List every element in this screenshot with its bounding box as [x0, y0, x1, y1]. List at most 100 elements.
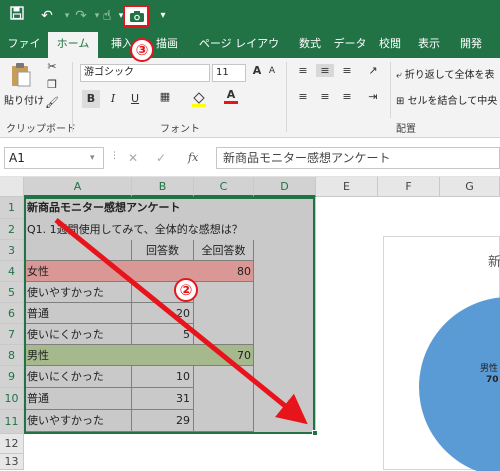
row-header[interactable]: 5 [0, 282, 24, 303]
tab-formulas[interactable]: 数式 [294, 32, 326, 58]
column-header-e[interactable]: E [316, 177, 378, 197]
cell-a1-title[interactable]: 新商品モニター感想アンケート [24, 197, 316, 219]
cell-a6[interactable]: 普通 [24, 303, 132, 324]
row-header[interactable]: 3 [0, 240, 24, 261]
cell-a11[interactable]: 使いやすかった [24, 410, 132, 432]
align-middle-icon[interactable]: ≡ [316, 64, 334, 77]
font-name-select[interactable]: 游ゴシック [80, 64, 210, 82]
save-icon[interactable] [6, 0, 28, 32]
name-box-dropdown-icon[interactable]: ▾ [90, 153, 95, 163]
align-bottom-icon[interactable]: ≡ [338, 64, 356, 77]
align-right-icon[interactable]: ≡ [338, 90, 356, 103]
shrink-font-button[interactable]: A [266, 66, 278, 76]
row-header[interactable]: 11 [0, 410, 24, 434]
wrap-text-button[interactable]: ⤶ 折り返して全体を表 [396, 66, 494, 81]
cell-b6[interactable]: 20 [132, 303, 194, 324]
tab-developer[interactable]: 開発 [452, 32, 490, 58]
align-center-icon[interactable]: ≡ [316, 90, 334, 103]
align-top-icon[interactable]: ≡ [294, 64, 312, 77]
group-divider [286, 62, 287, 132]
camera-button[interactable] [123, 5, 149, 27]
column-header-c[interactable]: C [194, 177, 254, 197]
borders-icon[interactable]: ▦ [156, 90, 174, 103]
column-header-g[interactable]: G [440, 177, 500, 197]
format-painter-icon[interactable]: 🖌 [44, 96, 60, 109]
copy-icon[interactable]: ❐ [44, 78, 60, 91]
font-size-select[interactable]: 11 [212, 64, 246, 82]
font-color-label: A [226, 88, 236, 101]
paste-button[interactable]: 貼り付け [4, 92, 44, 107]
select-all-corner[interactable] [0, 177, 24, 197]
paste-icon[interactable] [6, 62, 36, 92]
formula-bar-dots-icon: ⋮ [110, 151, 119, 161]
name-box[interactable]: A1 [4, 147, 104, 169]
row-header[interactable]: 1 [0, 197, 24, 219]
cell-c8-total[interactable]: 70 [194, 345, 254, 366]
row-header[interactable]: 7 [0, 324, 24, 345]
merge-center-button[interactable]: ⊞ セルを結合して中央 [396, 92, 497, 107]
formula-input[interactable]: 新商品モニター感想アンケート [216, 147, 500, 169]
cell-a3[interactable] [24, 240, 132, 261]
cell-a10[interactable]: 普通 [24, 388, 132, 410]
enter-icon[interactable]: ✓ [156, 151, 166, 165]
cell-b7[interactable]: 5 [132, 324, 194, 345]
merge-center-icon: ⊞ [396, 96, 408, 107]
tab-data[interactable]: データ [330, 32, 370, 58]
align-left-icon[interactable]: ≡ [294, 90, 312, 103]
underline-button[interactable]: U [126, 90, 144, 108]
cell-c3-header[interactable]: 全回答数 [194, 240, 254, 261]
step-badge-3: ③ [130, 38, 154, 62]
cell-a5[interactable]: 使いやすかった [24, 282, 132, 303]
bold-button[interactable]: B [82, 90, 100, 108]
cell-b9[interactable]: 10 [132, 366, 194, 388]
formula-bar: A1 ▾ ⋮ ✕ ✓ fx 新商品モニター感想アンケート [0, 139, 500, 177]
quick-access-toolbar: ↶ ▾ ↷ ▾ ☝ ▾ ▾ [0, 0, 500, 32]
fill-color-icon[interactable] [190, 90, 208, 111]
cell-b10[interactable]: 31 [132, 388, 194, 410]
row-header[interactable]: 10 [0, 388, 24, 410]
pie-label-value: 70 [486, 375, 499, 385]
tab-file[interactable]: ファイル [4, 32, 44, 74]
tab-home[interactable]: ホーム [48, 32, 98, 58]
row-header[interactable]: 4 [0, 261, 24, 282]
cell-c9-c11[interactable] [194, 366, 254, 432]
column-header-f[interactable]: F [378, 177, 440, 197]
column-header-b[interactable]: B [132, 177, 194, 197]
tab-view[interactable]: 表示 [412, 32, 446, 58]
cell-a7[interactable]: 使いにくかった [24, 324, 132, 345]
cancel-icon[interactable]: ✕ [128, 151, 138, 165]
row-header[interactable]: 8 [0, 345, 24, 366]
cut-icon[interactable]: ✂ [44, 60, 60, 73]
tab-draw[interactable]: 描画 [150, 32, 184, 58]
insert-function-button[interactable]: fx [188, 151, 198, 164]
column-header-a[interactable]: A [24, 177, 132, 197]
ribbon-home: 貼り付け ✂ ❐ 🖌 クリップボード 游ゴシック 11 A A B I U ▦ … [0, 58, 500, 138]
row-header[interactable]: 12 [0, 434, 24, 454]
cell-b3-header[interactable]: 回答数 [132, 240, 194, 261]
indent-icon[interactable]: ⇥ [364, 90, 382, 103]
pie-chart[interactable]: 新 男性 70 [383, 236, 500, 471]
orientation-icon[interactable]: ↗ [364, 64, 382, 77]
row-header[interactable]: 2 [0, 219, 24, 240]
customize-qat-icon[interactable]: ▾ [152, 0, 174, 32]
fill-handle[interactable] [312, 430, 318, 436]
row-header[interactable]: 13 [0, 454, 24, 470]
cell-c4-total[interactable]: 80 [194, 261, 254, 282]
italic-button[interactable]: I [104, 90, 122, 108]
cell-a9[interactable]: 使いにくかった [24, 366, 132, 388]
clipboard-group-label: クリップボード [6, 124, 76, 135]
group-divider [390, 62, 391, 118]
column-header-d[interactable]: D [254, 177, 316, 197]
grow-font-button[interactable]: A [250, 64, 264, 77]
cell-c5-c7[interactable] [194, 282, 254, 345]
cell-b11[interactable]: 29 [132, 410, 194, 432]
alignment-group-label: 配置 [396, 124, 416, 135]
pie-label-male: 男性 [480, 364, 499, 374]
row-header[interactable]: 6 [0, 303, 24, 324]
row-header[interactable]: 9 [0, 366, 24, 388]
tab-page-layout[interactable]: ページ レイアウト [194, 32, 284, 74]
tab-review[interactable]: 校閲 [374, 32, 406, 58]
undo-icon[interactable]: ↶ [36, 0, 58, 32]
font-color-button[interactable]: A [222, 88, 240, 104]
cell-a2-question[interactable]: Q1. 1週間使用してみて、全体的な感想は？ [24, 219, 316, 240]
